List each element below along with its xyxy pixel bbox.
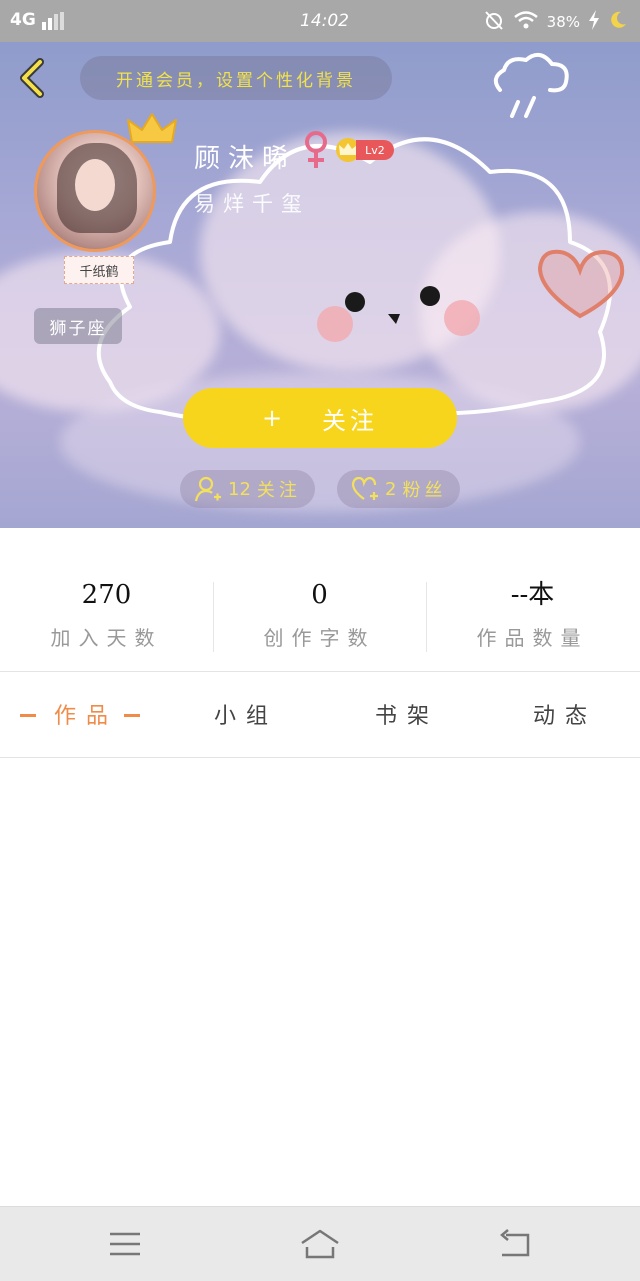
add-user-icon	[194, 476, 221, 502]
profile-header: 开通会员，设置个性化背景 千纸鹤 狮子座 顾沫晞 Lv2 易烊千玺 + 关注 1…	[0, 42, 640, 528]
pendant-label: 千纸鹤	[64, 256, 134, 284]
level-badge: Lv2	[356, 140, 394, 160]
zodiac-badge: 狮子座	[34, 308, 122, 344]
tab-activity[interactable]: 动态	[533, 698, 597, 730]
divider	[0, 757, 640, 758]
moon-icon	[608, 10, 628, 34]
fans-label: 粉丝	[402, 480, 447, 501]
back-nav-icon[interactable]	[498, 1229, 532, 1259]
follow-button-label: 关注	[322, 406, 379, 435]
follow-button[interactable]: + 关注	[183, 388, 457, 448]
battery-level: 38%	[546, 13, 580, 31]
plus-icon: +	[261, 404, 287, 432]
signature: 易烊千玺	[194, 192, 310, 216]
heart-plus-icon	[351, 476, 378, 500]
signal-icon	[42, 12, 68, 30]
clock: 14:02	[300, 11, 349, 31]
stats-row: 270 加入天数 0 创作字数 --本 作品数量	[0, 578, 640, 656]
stat-label: 作品数量	[476, 626, 589, 650]
username: 顾沫晞	[194, 144, 297, 174]
stat-word-count: 0 创作字数	[213, 578, 426, 656]
menu-icon[interactable]	[108, 1231, 142, 1257]
stat-value: --本	[510, 580, 555, 610]
back-arrow-icon	[20, 58, 44, 98]
avatar[interactable]	[34, 130, 156, 252]
wifi-icon	[513, 10, 539, 34]
heart-doodle-icon	[537, 249, 625, 319]
following-count-button[interactable]: 12 关注	[180, 470, 315, 508]
alarm-off-icon	[483, 9, 505, 35]
stat-join-days: 270 加入天数	[0, 578, 213, 656]
rain-cloud-icon	[493, 52, 569, 118]
charging-icon	[588, 10, 600, 34]
back-button[interactable]	[14, 56, 54, 100]
stat-value: 270	[81, 580, 132, 610]
stat-value: 0	[311, 580, 328, 610]
active-tab-dash	[124, 714, 140, 717]
profile-tabs: 作品 小组 书架 动态	[0, 672, 640, 758]
home-icon[interactable]	[298, 1227, 342, 1261]
status-bar: 4G 14:02 38%	[0, 0, 640, 42]
tab-works[interactable]: 作品	[54, 698, 118, 730]
tab-groups[interactable]: 小组	[214, 698, 278, 730]
vip-background-tip[interactable]: 开通会员，设置个性化背景	[80, 56, 392, 100]
fans-count-button[interactable]: 2 粉丝	[337, 470, 461, 508]
active-tab-dash	[20, 714, 36, 717]
following-count: 12	[228, 478, 251, 500]
female-icon	[305, 131, 327, 168]
fans-count: 2	[385, 478, 397, 500]
stat-label: 加入天数	[50, 626, 163, 650]
stat-label: 创作字数	[263, 626, 376, 650]
tab-bookshelf[interactable]: 书架	[375, 698, 439, 730]
network-type: 4G	[10, 10, 36, 30]
stat-works-count: --本 作品数量	[426, 578, 639, 656]
system-nav-bar	[0, 1206, 640, 1281]
crown-icon	[127, 113, 177, 143]
following-label: 关注	[256, 480, 301, 501]
